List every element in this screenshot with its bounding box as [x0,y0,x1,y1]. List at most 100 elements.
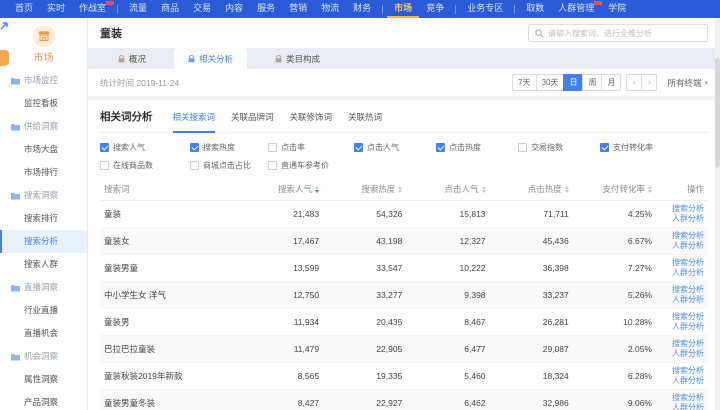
range-button-30d[interactable]: 30天 [536,74,565,91]
value-cell-click-popularity: 9,398 [406,282,489,309]
search-word-cell: 童装 [100,201,240,228]
nav-item-realtime[interactable]: 实时 [40,0,72,18]
tab-overview[interactable]: 概况 [104,48,160,69]
nav-item-crowd-mgmt[interactable]: 人群管理 [551,0,601,18]
crowd-analysis-link[interactable]: 人群分析 [672,349,704,359]
nav-item-trade[interactable]: 交易 [186,0,218,18]
nav-item-war-room[interactable]: 作战室 [72,0,113,18]
sidebar-item-live-opportunity[interactable]: 直播机会 [0,322,87,345]
column-header-click-popularity[interactable]: 点击人气 [406,178,489,201]
next-date-button[interactable]: › [641,74,657,91]
nav-item-product[interactable]: 商品 [154,0,186,18]
tab-category-composition[interactable]: 类目构成 [261,48,334,69]
crowd-analysis-link[interactable]: 人群分析 [672,295,704,305]
value-cell-click-heat: 36,398 [490,255,573,282]
crowd-analysis-link[interactable]: 人群分析 [672,214,704,224]
sidebar-item-attribute-insight[interactable]: 属性洞察 [0,368,87,391]
crowd-analysis-link[interactable]: 人群分析 [672,403,704,410]
range-button-day[interactable]: 日 [563,74,583,91]
nav-item-content[interactable]: 内容 [218,0,250,18]
metric-checkbox-trade-index[interactable]: 交易指数 [518,142,600,153]
metric-checkbox-ztc-ref-price[interactable]: 直通车参考价 [268,160,354,171]
word-tab-related-modifier-words[interactable]: 关联修饰词 [290,111,333,133]
crowd-analysis-link[interactable]: 人群分析 [672,268,704,278]
search-input[interactable] [548,29,701,38]
search-box[interactable] [528,24,708,42]
column-header-click-heat[interactable]: 点击热度 [490,178,573,201]
prev-date-button[interactable]: ‹ [626,74,642,91]
search-analysis-link[interactable]: 搜索分析 [672,231,704,241]
search-analysis-link[interactable]: 搜索分析 [672,285,704,295]
scrollbar-thumb[interactable] [715,58,720,168]
sidebar-item-search-crowd[interactable]: 搜索人群 [0,253,87,276]
nav-item-logistics[interactable]: 物流 [314,0,346,18]
value-cell-search-heat: 43,198 [323,228,406,255]
table-header-row: 搜索词搜索人气搜索热度点击人气点击热度支付转化率操作 [100,178,708,201]
top-nav: 首页实时作战室流量商品交易内容服务营销物流财务市场竞争业务专区取数人群管理学院 [0,0,720,18]
nav-item-finance[interactable]: 财务 [346,0,378,18]
checkbox-icon [436,143,445,152]
range-button-week[interactable]: 周 [582,74,602,91]
nav-item-compete[interactable]: 竞争 [419,0,451,18]
sort-down-arrow [648,190,652,193]
sort-icon[interactable] [315,186,319,193]
nav-item-marketing[interactable]: 营销 [282,0,314,18]
scrollbar[interactable] [715,18,720,410]
word-tab-related-brand-words[interactable]: 关联品牌词 [231,111,274,133]
nav-item-academy[interactable]: 学院 [601,0,633,18]
metric-checkbox-search-heat[interactable]: 搜索热度 [190,142,268,153]
nav-item-service[interactable]: 服务 [250,0,282,18]
metric-checkbox-click-rate[interactable]: 点击率 [268,142,354,153]
search-analysis-link[interactable]: 搜索分析 [672,393,704,403]
word-tab-related-search-words[interactable]: 相关搜索词 [173,111,216,133]
nav-item-data-fetch[interactable]: 取数 [519,0,551,18]
metric-checkbox-search-popularity[interactable]: 搜索人气 [100,142,190,153]
column-header-search-popularity[interactable]: 搜索人气 [240,178,323,201]
sidebar-item-monitor-board[interactable]: 监控看板 [0,92,87,115]
column-label: 搜索词 [104,184,130,194]
sidebar-item-search-analysis[interactable]: 搜索分析 [0,230,87,253]
column-header-pay-conversion[interactable]: 支付转化率 [573,178,656,201]
sort-icon[interactable] [482,186,486,193]
sidebar-item-industry-live[interactable]: 行业直播 [0,299,87,322]
metric-checkbox-online-products[interactable]: 在线商品数 [100,160,190,171]
metric-checkbox-mall-click-ratio[interactable]: 商城点击占比 [190,160,268,171]
search-analysis-link[interactable]: 搜索分析 [672,258,704,268]
metric-checkbox-click-popularity[interactable]: 点击人气 [354,142,436,153]
sort-icon[interactable] [648,186,652,193]
nav-item-biz-zone[interactable]: 业务专区 [460,0,510,18]
search-analysis-link[interactable]: 搜索分析 [672,339,704,349]
floating-widget-tag[interactable] [0,50,9,66]
action-links: 搜索分析人群分析 [660,258,704,278]
folder-icon [11,353,20,361]
sort-up-arrow [648,186,652,189]
action-cell: 搜索分析人群分析 [656,336,708,363]
crowd-analysis-link[interactable]: 人群分析 [672,322,704,332]
crowd-analysis-link[interactable]: 人群分析 [672,376,704,386]
nav-item-market[interactable]: 市场 [387,0,419,18]
search-analysis-link[interactable]: 搜索分析 [672,204,704,214]
sort-icon[interactable] [398,186,402,193]
range-button-month[interactable]: 月 [601,74,621,91]
range-button-7d[interactable]: 7天 [512,74,536,91]
search-analysis-link[interactable]: 搜索分析 [672,366,704,376]
terminal-filter-select[interactable]: 所有终端 ▾ [667,77,708,89]
search-analysis-link[interactable]: 搜索分析 [672,312,704,322]
nav-item-traffic[interactable]: 流量 [122,0,154,18]
sidebar-item-market-overview[interactable]: 市场大盘 [0,138,87,161]
sort-icon[interactable] [565,186,569,193]
sidebar-item-label: 搜索排行 [24,213,58,223]
nav-item-home[interactable]: 首页 [8,0,40,18]
sidebar-item-product-insight[interactable]: 产品洞察 [0,391,87,410]
word-tab-related-hot-words[interactable]: 关联热词 [348,111,382,133]
value-cell-click-popularity: 12,327 [406,228,489,255]
sidebar-item-search-rank[interactable]: 搜索排行 [0,207,87,230]
metric-checkbox-click-heat[interactable]: 点击热度 [436,142,518,153]
crowd-analysis-link[interactable]: 人群分析 [672,241,704,251]
toolbar-right: 7天30天日周月 ‹ › 所有终端 ▾ [512,74,708,91]
floating-widget-icon[interactable] [0,22,9,31]
metric-checkbox-pay-conversion[interactable]: 支付转化率 [600,142,708,153]
column-header-search-heat[interactable]: 搜索热度 [323,178,406,201]
tab-related-analysis[interactable]: 相关分析 [174,48,247,69]
sidebar-item-market-rank[interactable]: 市场排行 [0,161,87,184]
